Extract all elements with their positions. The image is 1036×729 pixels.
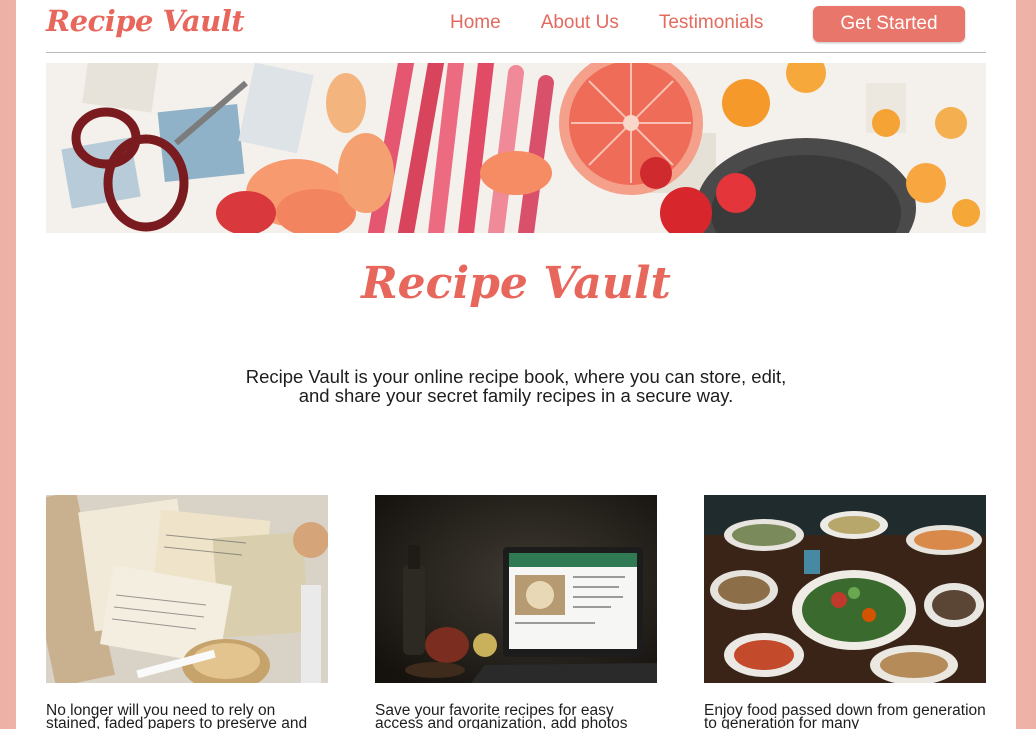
tagline: Recipe Vault is your online recipe book,… — [216, 367, 816, 405]
page-title: Recipe Vault — [361, 258, 671, 309]
feature-text-3: Enjoy food passed down from generation t… — [704, 702, 986, 729]
hero-banner-image — [46, 63, 986, 233]
nav-link-home[interactable]: Home — [450, 12, 501, 34]
brand-logo[interactable]: Recipe Vault — [46, 4, 245, 38]
laptop-recipe-image — [375, 495, 657, 683]
feature-card-3: Enjoy food passed down from generation t… — [704, 495, 986, 729]
nav-link-about-us[interactable]: About Us — [541, 12, 619, 34]
feature-text-1: No longer will you need to rely on stain… — [46, 702, 308, 729]
nav-links: Home About Us Testimonials — [450, 12, 763, 34]
feature-text-2: Save your favorite recipes for easy acce… — [375, 702, 628, 729]
page: Recipe Vault Home About Us Testimonials … — [16, 0, 1016, 729]
top-navbar: Recipe Vault Home About Us Testimonials … — [46, 0, 986, 53]
get-started-button[interactable]: Get Started — [813, 6, 965, 42]
food-spread-image — [704, 495, 986, 683]
nav-link-testimonials[interactable]: Testimonials — [659, 12, 764, 34]
tagline-line-2: and share your secret family recipes in … — [298, 385, 734, 406]
tagline-line-1: Recipe Vault is your online recipe book,… — [245, 366, 787, 387]
feature-card-2: Save your favorite recipes for easy acce… — [375, 495, 657, 729]
recipe-cards-image — [46, 495, 328, 683]
feature-card-1: No longer will you need to rely on stain… — [46, 495, 328, 729]
